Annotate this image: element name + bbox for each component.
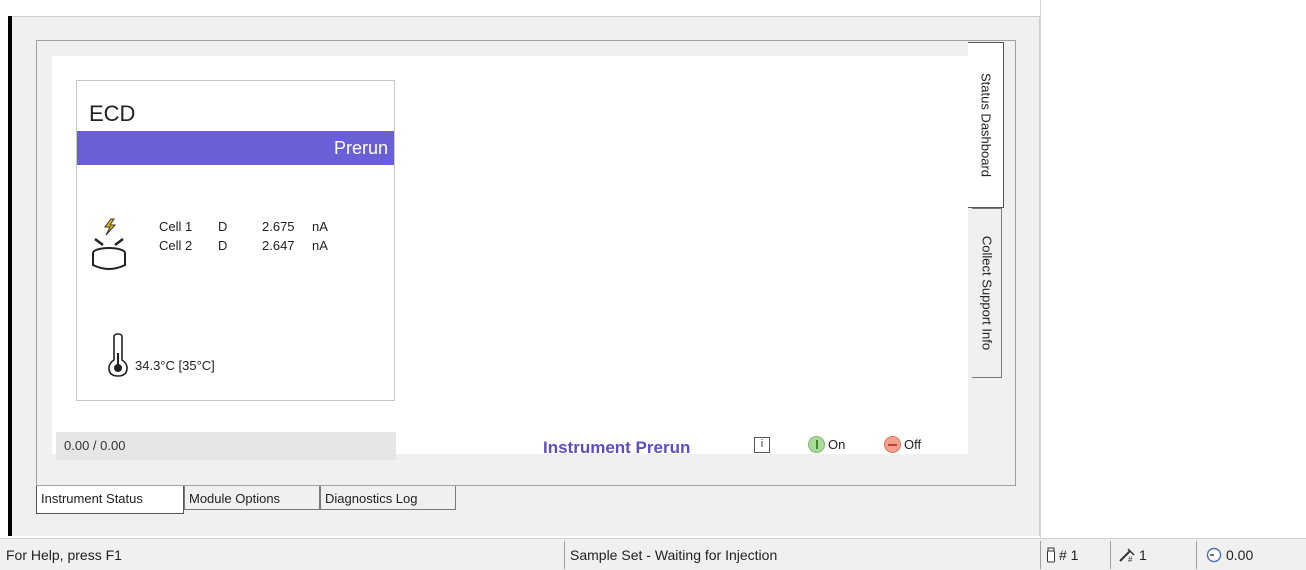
run-progress: 0.00 / 0.00 [56, 432, 396, 460]
tab-collect-support-info[interactable]: Collect Support Info [972, 208, 1002, 378]
cell-readings: Cell 1 D 2.675 nA Cell 2 D 2.647 nA [159, 219, 328, 257]
ecd-module-card[interactable]: ECD Prerun Cell 1 D 2.675 nA Cell 2 D 2.647 nA… [76, 80, 395, 401]
status-bar: For Help, press F1 Sample Set - Waiting … [0, 538, 1306, 570]
help-hint: For Help, press F1 [6, 547, 122, 563]
cell-value: 2.675 [262, 219, 295, 234]
tab-module-options[interactable]: Module Options [184, 486, 320, 510]
status-separator [1110, 541, 1111, 569]
cell-value: 2.647 [262, 238, 295, 253]
clock-icon [1206, 547, 1222, 563]
info-icon[interactable]: i [754, 437, 770, 453]
on-button[interactable]: On [808, 436, 845, 453]
cell-row: Cell 1 D 2.675 nA [159, 219, 328, 238]
status-separator [1040, 541, 1041, 569]
temperature-readout: 34.3°C [35°C] [135, 358, 215, 373]
cell-name: Cell 2 [159, 238, 193, 253]
off-button[interactable]: Off [884, 436, 921, 453]
power-on-icon [808, 436, 825, 453]
cell-unit: nA [312, 219, 328, 234]
status-separator [564, 541, 565, 569]
vial-indicator: # 1 [1118, 547, 1147, 563]
cell-mode: D [218, 238, 228, 253]
status-separator [1196, 541, 1197, 569]
cell-row: Cell 2 D 2.647 nA [159, 238, 328, 257]
svg-text:#: # [1128, 555, 1133, 563]
cell-unit: nA [312, 238, 328, 253]
vial-number: 1 [1139, 547, 1147, 563]
thermometer-icon [108, 333, 128, 377]
injection-number: # 1 [1059, 547, 1079, 563]
module-state-bar: Prerun [77, 131, 394, 165]
sample-set-status: Sample Set - Waiting for Injection [570, 547, 778, 563]
tab-label: Collect Support Info [979, 235, 994, 351]
tab-status-dashboard[interactable]: Status Dashboard [968, 42, 1004, 208]
vial-icon [1047, 547, 1055, 563]
module-state: Prerun [333, 138, 388, 158]
run-time-value: 0.00 [1226, 547, 1254, 563]
detector-cell-icon [92, 218, 126, 270]
run-time-indicator: 0.00 [1206, 547, 1253, 563]
tab-label: Status Dashboard [978, 72, 993, 178]
power-off-icon [884, 436, 901, 453]
tab-instrument-status[interactable]: Instrument Status [36, 486, 184, 514]
off-label: Off [904, 437, 922, 452]
tab-diagnostics-log[interactable]: Diagnostics Log [320, 486, 456, 510]
run-progress-text: 0.00 / 0.00 [64, 438, 126, 453]
right-side-panel [1040, 0, 1306, 538]
cell-name: Cell 1 [159, 219, 193, 234]
application-window: ECD Prerun Cell 1 D 2.675 nA Cell 2 D 2.647 nA… [0, 0, 1306, 570]
module-title: ECD [89, 101, 136, 126]
injection-indicator: # 1 [1046, 547, 1078, 563]
cell-mode: D [218, 219, 228, 234]
instrument-status-text: Instrument Prerun [543, 438, 691, 457]
syringe-icon: # [1119, 548, 1135, 563]
on-label: On [828, 437, 846, 452]
